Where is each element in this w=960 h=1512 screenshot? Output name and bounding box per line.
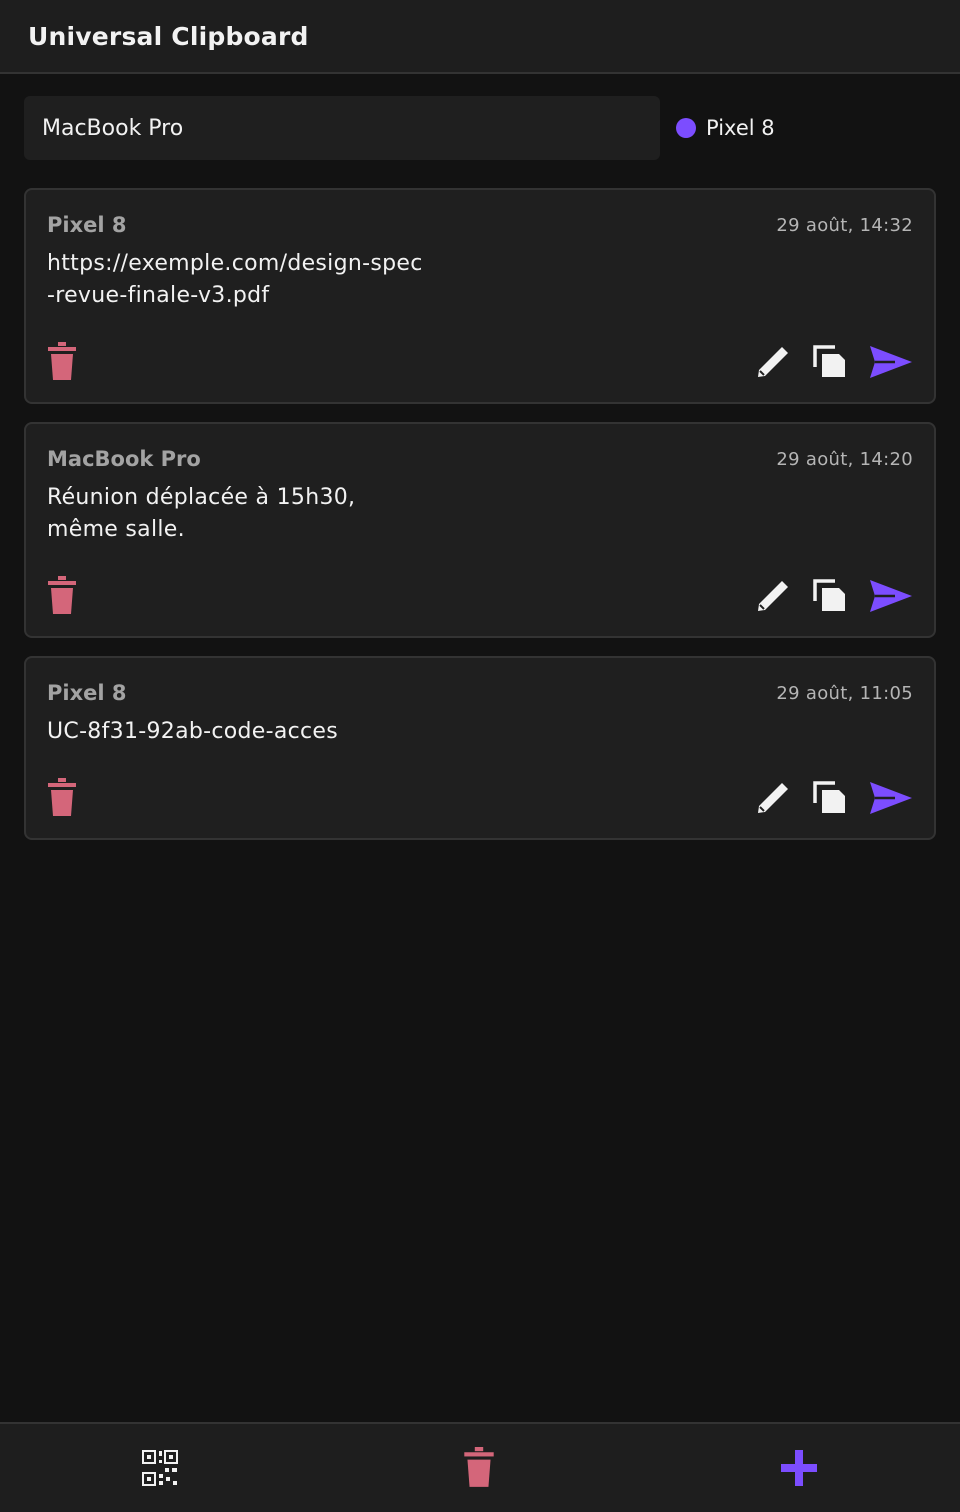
- send-icon: [870, 346, 912, 378]
- clear-all-button[interactable]: [463, 1447, 495, 1489]
- copy-clip-button[interactable]: [813, 781, 847, 815]
- copy-icon: [813, 579, 845, 611]
- clip-source: Pixel 8: [47, 681, 127, 705]
- peer-name: Pixel 8: [706, 116, 775, 140]
- copy-icon: [813, 345, 845, 377]
- pencil-icon: [758, 347, 788, 377]
- delete-clip-button[interactable]: [47, 778, 77, 818]
- copy-clip-button[interactable]: [813, 579, 847, 613]
- add-clip-button[interactable]: [780, 1449, 818, 1487]
- clip-content: UC-8f31-92ab-code-acces: [47, 719, 339, 744]
- app-title: Universal Clipboard: [28, 21, 309, 51]
- trash-icon: [48, 342, 76, 380]
- pencil-icon: [758, 581, 788, 611]
- clip-card: Pixel 8 29 août, 14:32 https://exemple.c…: [24, 188, 936, 404]
- app-header: Universal Clipboard: [0, 0, 960, 74]
- clip-card: Pixel 8 29 août, 11:05 UC-8f31-92ab-code…: [24, 656, 936, 840]
- clip-source: MacBook Pro: [47, 447, 201, 471]
- edit-clip-button[interactable]: [755, 780, 791, 816]
- peer-status-dot: [676, 118, 696, 138]
- trash-icon: [48, 778, 76, 816]
- trash-icon: [464, 1447, 494, 1487]
- edit-clip-button[interactable]: [755, 344, 791, 380]
- device-row: Pixel 8: [24, 96, 936, 160]
- device-name-input[interactable]: [24, 96, 660, 160]
- copy-icon: [813, 781, 845, 813]
- clip-time: 29 août, 11:05: [776, 682, 913, 704]
- qr-code-icon: [142, 1450, 179, 1486]
- clip-list: Pixel 8 29 août, 14:32 https://exemple.c…: [24, 188, 936, 858]
- clip-content: https://exemple.com/design-spec -revue-f…: [47, 251, 423, 308]
- send-clip-button[interactable]: [869, 344, 913, 380]
- clip-time: 29 août, 14:32: [776, 214, 913, 236]
- send-clip-button[interactable]: [869, 780, 913, 816]
- clip-time: 29 août, 14:20: [776, 448, 913, 470]
- send-icon: [870, 782, 912, 814]
- delete-clip-button[interactable]: [47, 342, 77, 382]
- clip-source: Pixel 8: [47, 213, 127, 237]
- peer-status: Pixel 8: [676, 116, 775, 140]
- clip-content: Réunion déplacée à 15h30, même salle.: [47, 485, 356, 542]
- qr-code-button[interactable]: [142, 1450, 179, 1486]
- send-clip-button[interactable]: [869, 578, 913, 614]
- plus-icon: [780, 1450, 817, 1486]
- pencil-icon: [758, 783, 788, 813]
- edit-clip-button[interactable]: [755, 578, 791, 614]
- bottom-toolbar: [0, 1422, 960, 1512]
- delete-clip-button[interactable]: [47, 576, 77, 616]
- send-icon: [870, 580, 912, 612]
- clip-card: MacBook Pro 29 août, 14:20 Réunion dépla…: [24, 422, 936, 638]
- trash-icon: [48, 576, 76, 614]
- copy-clip-button[interactable]: [813, 345, 847, 379]
